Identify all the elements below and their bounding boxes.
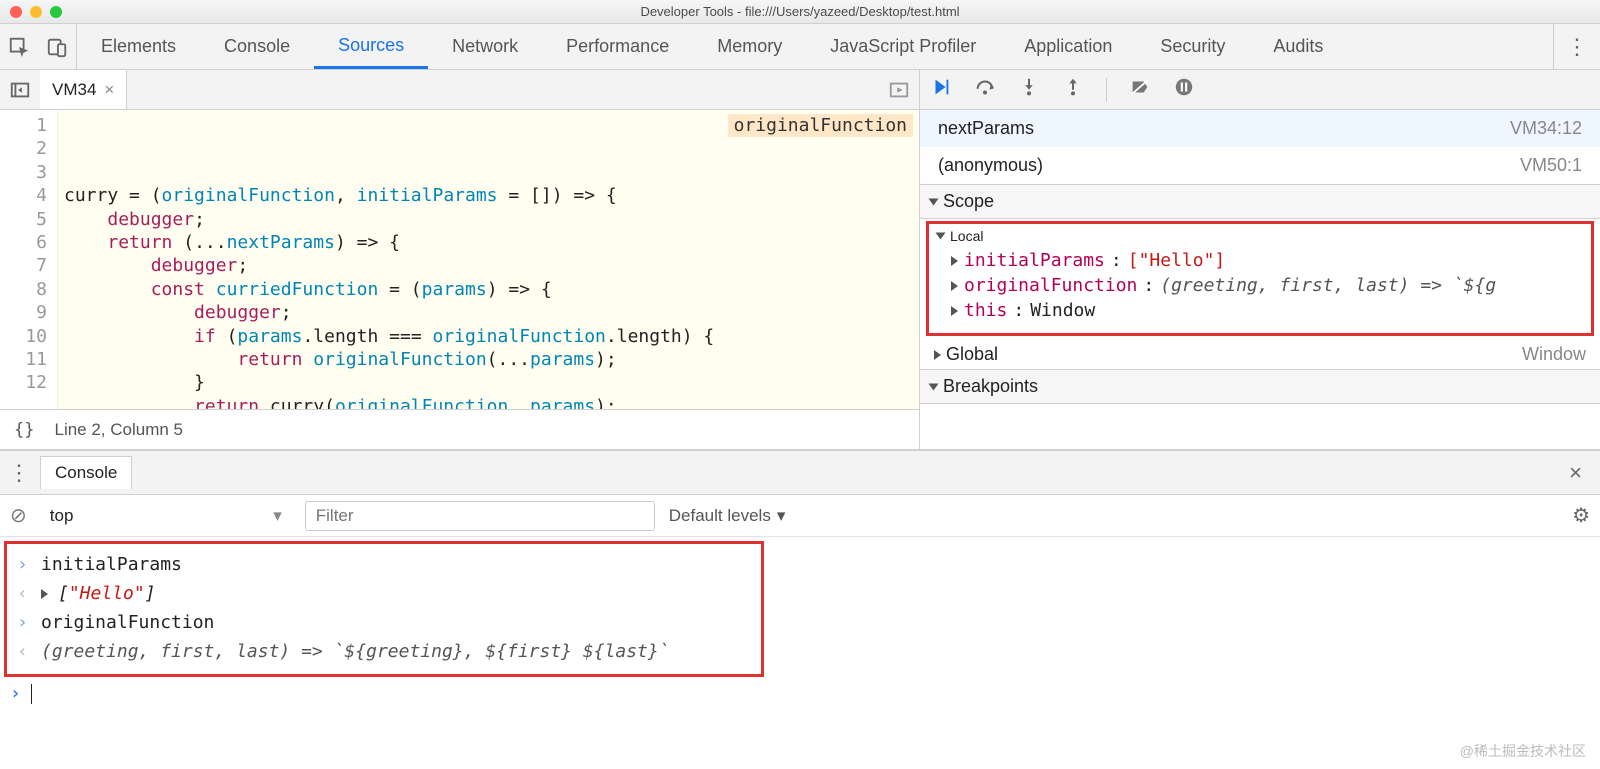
console-row: ‹(greeting, first, last) => `${greeting}… [7, 637, 761, 666]
tabbar-menu-icon[interactable]: ⋮ [1566, 34, 1588, 60]
step-into-icon[interactable] [1018, 76, 1040, 104]
titlebar: Developer Tools - file:///Users/yazeed/D… [0, 0, 1600, 24]
breakpoints-header[interactable]: Breakpoints [920, 369, 1600, 404]
scope-header[interactable]: Scope [920, 185, 1600, 219]
traffic-lights [10, 6, 62, 18]
tab-performance[interactable]: Performance [542, 24, 693, 69]
scope-global[interactable]: Global Window [920, 340, 1600, 369]
close-window-icon[interactable] [10, 6, 22, 18]
callstack-frame[interactable]: (anonymous)VM50:1 [920, 147, 1600, 184]
console-row: ‹["Hello"] [7, 579, 761, 608]
console-levels-select[interactable]: Default levels▾ [669, 506, 786, 526]
pretty-print-icon[interactable]: {} [14, 420, 34, 440]
drawer-menu-icon[interactable]: ⋮ [8, 460, 30, 486]
deactivate-breakpoints-icon[interactable] [1129, 76, 1151, 104]
scope-local-title: Local [950, 228, 983, 244]
console-settings-icon[interactable]: ⚙ [1572, 503, 1590, 528]
prompt-caret-icon: › [10, 683, 21, 704]
console-filter-input[interactable] [305, 501, 655, 531]
scope-variable[interactable]: this: Window [929, 298, 1591, 323]
console-output-box: ›initialParams‹["Hello"]›originalFunctio… [4, 541, 764, 677]
close-file-tab-icon[interactable]: × [104, 80, 114, 100]
line-gutter: 123456789101112 [0, 110, 58, 409]
navigator-toggle-icon[interactable] [0, 70, 40, 109]
inline-value-hint: originalFunction [728, 114, 913, 137]
tab-console[interactable]: Console [200, 24, 314, 69]
console-tab[interactable]: Console [40, 456, 132, 489]
console-row: ›originalFunction [7, 608, 761, 637]
text-cursor [31, 684, 32, 704]
close-drawer-icon[interactable]: × [1559, 460, 1592, 486]
step-out-icon[interactable] [1062, 76, 1084, 104]
tab-security[interactable]: Security [1136, 24, 1249, 69]
inspect-element-icon[interactable] [8, 36, 30, 58]
tab-audits[interactable]: Audits [1249, 24, 1347, 69]
expand-icon[interactable] [41, 589, 48, 599]
console-toolbar: ⊘ top▾ Default levels▾ ⚙ [0, 495, 1600, 537]
scope-local-box: Local initialParams: ["Hello"]originalFu… [926, 221, 1594, 336]
resume-icon[interactable] [930, 76, 952, 104]
zoom-window-icon[interactable] [50, 6, 62, 18]
scope-variable[interactable]: initialParams: ["Hello"] [929, 248, 1591, 273]
tab-application[interactable]: Application [1000, 24, 1136, 69]
minimize-window-icon[interactable] [30, 6, 42, 18]
tabbar-left-tools [0, 24, 77, 69]
console-row: ›initialParams [7, 550, 761, 579]
debugger-toolbar [920, 70, 1600, 110]
callstack-frame[interactable]: nextParamsVM34:12 [920, 110, 1600, 147]
tab-network[interactable]: Network [428, 24, 542, 69]
console-prompt[interactable]: › [0, 677, 1600, 710]
editor-status-bar: {} Line 2, Column 5 [0, 409, 919, 449]
devtools-tabbar: ElementsConsoleSourcesNetworkPerformance… [0, 24, 1600, 70]
pause-on-exceptions-icon[interactable] [1173, 76, 1195, 104]
watermark: @稀土掘金技术社区 [1460, 741, 1586, 761]
code-editor[interactable]: 123456789101112 originalFunction curry =… [0, 110, 919, 409]
file-tab[interactable]: VM34 × [40, 70, 127, 109]
console-context-select[interactable]: top▾ [41, 503, 291, 529]
clear-console-icon[interactable]: ⊘ [10, 503, 27, 528]
tab-elements[interactable]: Elements [77, 24, 200, 69]
tab-javascript-profiler[interactable]: JavaScript Profiler [806, 24, 1000, 69]
cursor-position: Line 2, Column 5 [54, 420, 183, 440]
file-tab-label: VM34 [52, 80, 96, 100]
scope-global-value: Window [1522, 344, 1586, 365]
tab-memory[interactable]: Memory [693, 24, 806, 69]
console-drawer: ⋮ Console × ⊘ top▾ Default levels▾ ⚙ ›in… [0, 450, 1600, 769]
tab-sources[interactable]: Sources [314, 24, 428, 69]
call-stack: nextParamsVM34:12(anonymous)VM50:1 [920, 110, 1600, 185]
window-title: Developer Tools - file:///Users/yazeed/D… [0, 4, 1600, 19]
step-over-icon[interactable] [974, 76, 996, 104]
file-tab-strip: VM34 × [0, 70, 919, 110]
scope-variable[interactable]: originalFunction: (greeting, first, last… [929, 273, 1591, 298]
run-snippet-icon[interactable] [879, 70, 919, 109]
code-content: originalFunction curry = (originalFuncti… [58, 110, 919, 409]
toggle-device-icon[interactable] [46, 36, 68, 58]
